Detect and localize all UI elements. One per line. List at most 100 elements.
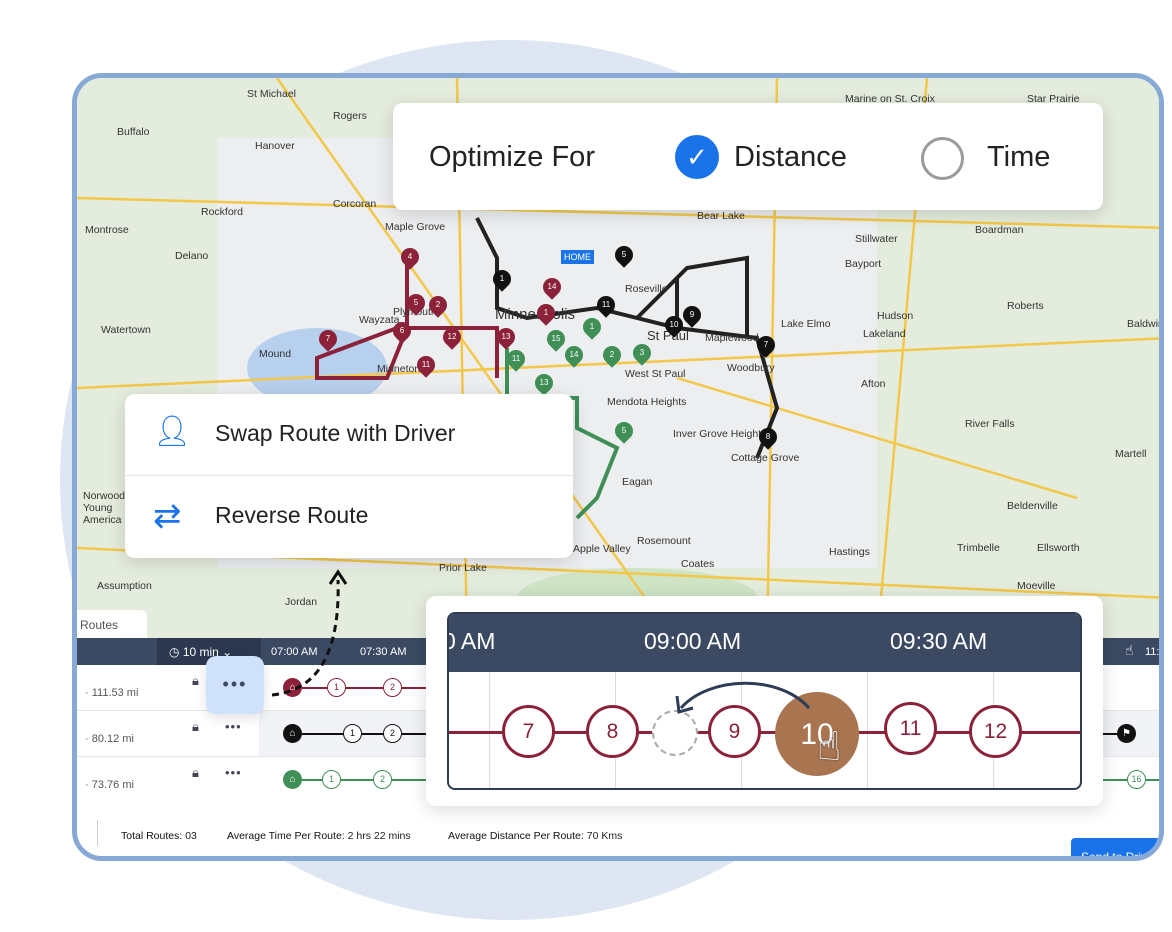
place-label: Stillwater — [855, 233, 898, 245]
stop-node[interactable]: 8 — [586, 705, 639, 758]
place-label: West St Paul — [625, 368, 686, 380]
place-label: Watertown — [101, 324, 151, 336]
home-icon: ⌂ — [283, 770, 302, 789]
more-options-button[interactable]: ••• — [206, 656, 264, 714]
time-header: 0 AM — [447, 628, 496, 654]
time-header: 09:00 AM — [644, 628, 742, 654]
map-pin-red[interactable]: 11 — [413, 352, 439, 378]
route-distance: · 80.12 mi — [85, 733, 134, 745]
route-distance: · 111.53 mi — [85, 687, 139, 699]
map-pin-green[interactable]: 5 — [611, 418, 637, 444]
stop-node[interactable]: 7 — [502, 705, 555, 758]
summary-footer: Total Routes: 03 Average Time Per Route:… — [77, 800, 1159, 856]
map-pin-black[interactable]: 11 — [593, 292, 619, 318]
map-pin-red[interactable]: 2 — [425, 292, 451, 318]
menu-item-reverse-route[interactable]: ⇄ Reverse Route — [125, 476, 573, 558]
drag-arrow-icon — [675, 681, 811, 714]
time-header: 11: — [1145, 646, 1160, 658]
timeline-zoom-panel: 0 AM 09:00 AM 09:30 AM 7 8 9 10 11 12 ☝︎ — [426, 596, 1103, 806]
place-label: Apple Valley — [573, 543, 631, 555]
place-label: Bear Lake — [697, 210, 745, 222]
map-pin-green[interactable]: 14 — [561, 342, 587, 368]
place-label: Eagan — [622, 476, 653, 488]
map-pin-black[interactable]: 5 — [611, 242, 637, 268]
place-label: Woodbury — [727, 362, 775, 374]
place-label: Maplewood — [705, 332, 759, 344]
place-label: Maple Grove — [385, 221, 446, 233]
place-label: Hudson — [877, 310, 914, 322]
map-pin-red[interactable]: 14 — [539, 274, 565, 300]
send-to-driver-button[interactable]: Send to Drive — [1071, 838, 1159, 856]
home-icon: ⌂ — [283, 724, 302, 743]
hand-cursor-icon: ☝︎ — [817, 725, 842, 769]
stop-node[interactable]: 2 — [373, 770, 392, 789]
place-label: Mound — [259, 348, 292, 360]
map-pin-red[interactable]: 5 — [403, 290, 429, 316]
more-options-icon[interactable]: ••• — [225, 719, 242, 734]
distance-radio-checked[interactable]: ✓ — [675, 135, 719, 179]
place-label: Baldwin — [1127, 318, 1164, 330]
menu-item-label: Reverse Route — [215, 502, 369, 528]
lock-icon[interactable]: 🔒︎ — [192, 719, 199, 735]
place-label: Coates — [681, 558, 715, 570]
map-pin-black[interactable]: 7 — [753, 332, 779, 358]
map-pin-black[interactable]: 8 — [755, 424, 781, 450]
home-marker[interactable]: HOME — [561, 250, 594, 264]
stop-node[interactable]: 2 — [383, 724, 402, 743]
map-pin-red[interactable]: 12 — [439, 324, 465, 350]
place-label: Beldenville — [1007, 500, 1058, 512]
lock-icon[interactable]: 🔒︎ — [192, 765, 199, 781]
map-pin-green[interactable]: 11 — [503, 346, 529, 372]
stop-node[interactable]: 12 — [969, 705, 1022, 758]
reverse-arrows-icon: ⇄ — [153, 497, 182, 535]
clock-icon: ◷ — [169, 645, 183, 659]
place-label: Hanover — [255, 140, 295, 152]
place-label: Bayport — [845, 258, 882, 270]
place-label: Moeville — [1017, 580, 1056, 592]
optimize-for-panel: Optimize For Distance Time — [393, 103, 1103, 210]
place-label: Assumption — [97, 580, 152, 592]
place-label: River Falls — [965, 418, 1015, 430]
map-pin-green[interactable]: 3 — [629, 340, 655, 366]
route-distance: · 73.76 mi — [85, 779, 134, 791]
map-pin-red[interactable]: 1 — [533, 300, 559, 326]
place-label: Corcoran — [333, 198, 377, 210]
place-label: Hastings — [829, 546, 870, 558]
option-time-label[interactable]: Time — [987, 141, 1050, 174]
map-pin-black[interactable]: 1 — [489, 266, 515, 292]
place-label: Cottage Grove — [731, 452, 800, 464]
route-line — [302, 733, 432, 735]
map-pin-black[interactable]: 10 — [661, 312, 687, 338]
stop-node[interactable]: 1 — [322, 770, 341, 789]
timeline: 0 AM 09:00 AM 09:30 AM 7 8 9 10 11 12 ☝︎ — [447, 612, 1082, 790]
menu-item-swap-route[interactable]: 👤︎ Swap Route with Driver — [125, 394, 573, 476]
place-label: Ellsworth — [1037, 542, 1080, 554]
place-label: Prior Lake — [439, 562, 487, 574]
routes-tab[interactable]: Routes — [77, 610, 147, 638]
place-label: Boardman — [975, 224, 1024, 236]
place-label: Inver Grove Heights — [673, 428, 767, 440]
more-options-icon[interactable]: ••• — [225, 765, 242, 780]
stop-node[interactable]: 16 — [1127, 770, 1146, 789]
place-label: Roberts — [1007, 300, 1044, 312]
map-pin-green[interactable]: 1 — [579, 314, 605, 340]
map-pin-red[interactable]: 4 — [397, 244, 423, 270]
avg-time: Average Time Per Route: 2 hrs 22 mins — [227, 830, 411, 842]
stop-node[interactable]: 2 — [383, 678, 402, 697]
avg-distance: Average Distance Per Route: 70 Kms — [448, 830, 623, 842]
hand-pointer-icon[interactable]: ☝ — [1125, 642, 1134, 659]
swap-user-icon: 👤︎ — [153, 415, 192, 448]
map-pin-green[interactable]: 13 — [531, 370, 557, 396]
map-pin-red[interactable]: 6 — [389, 318, 415, 344]
stop-node[interactable]: 1 — [343, 724, 362, 743]
option-distance-label[interactable]: Distance — [734, 141, 847, 174]
route-context-menu: 👤︎ Swap Route with Driver ⇄ Reverse Rout… — [125, 394, 573, 558]
map-pin-red[interactable]: 13 — [493, 324, 519, 350]
stop-node[interactable]: 11 — [884, 702, 937, 755]
map-pin-red[interactable]: 7 — [315, 326, 341, 352]
time-radio[interactable] — [921, 137, 964, 180]
optimize-title: Optimize For — [429, 141, 595, 173]
lock-icon[interactable]: 🔒︎ — [192, 673, 199, 689]
map-pin-green[interactable]: 2 — [599, 342, 625, 368]
time-header: 07:30 AM — [360, 646, 407, 658]
